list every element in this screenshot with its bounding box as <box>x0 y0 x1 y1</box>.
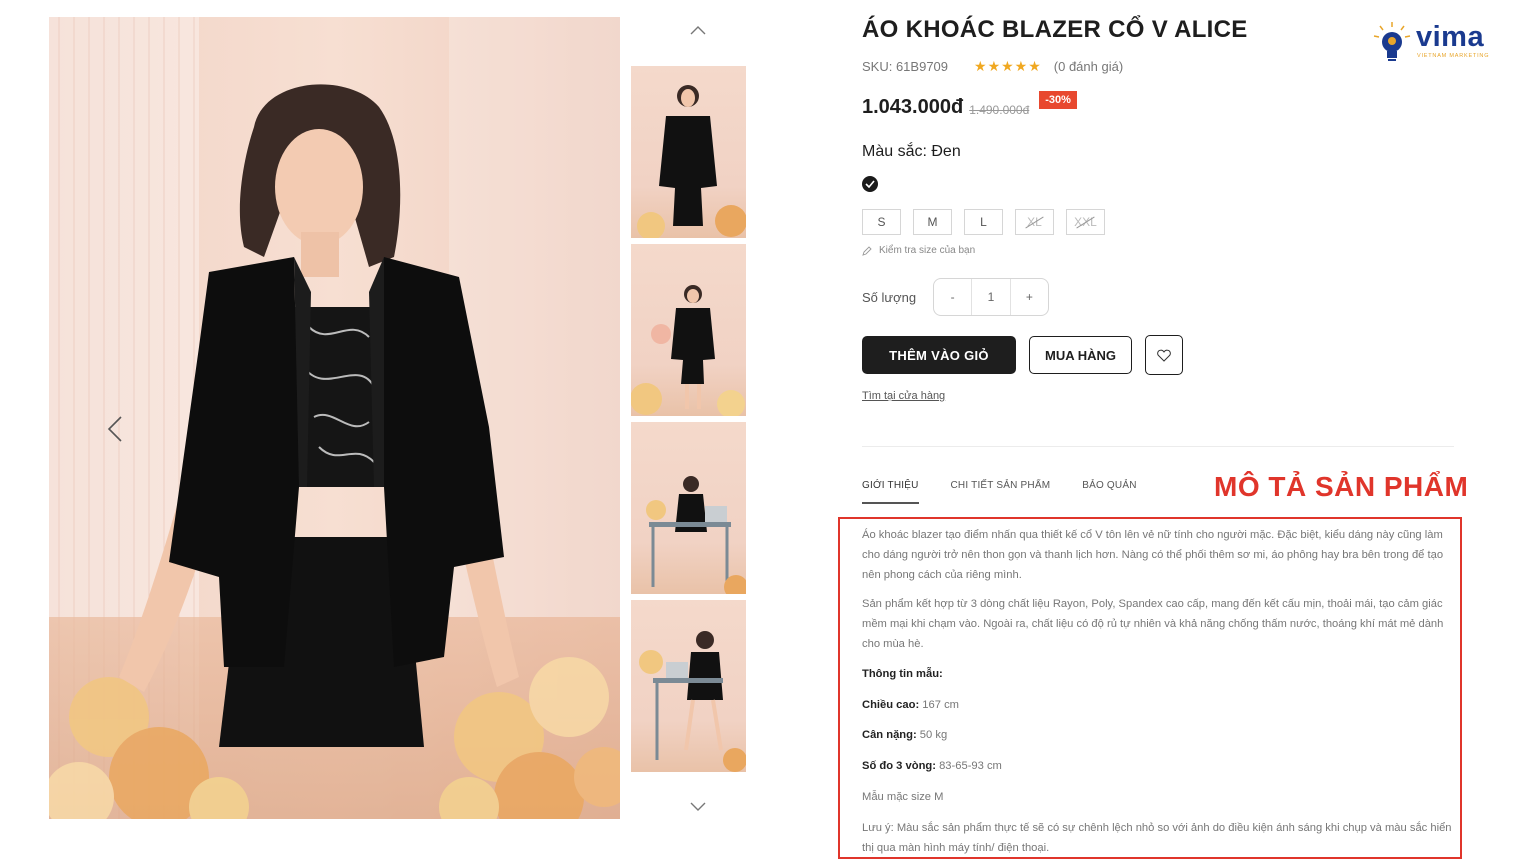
review-count[interactable]: (0 đánh giá) <box>1054 59 1123 74</box>
measurements-label: Số đo 3 vòng: <box>862 760 936 773</box>
thumbnail-photo <box>639 631 746 772</box>
height-value: 167 cm <box>919 698 959 711</box>
thumbnail-4[interactable] <box>631 600 746 772</box>
size-option-m[interactable]: M <box>913 209 952 235</box>
model-size: Mẫu mặc size M <box>862 790 944 803</box>
size-option-l[interactable]: L <box>964 209 1003 235</box>
weight-value: 50 kg <box>916 729 948 742</box>
quantity-increase-button[interactable]: + <box>1011 279 1048 315</box>
tab-care[interactable]: BẢO QUẢN <box>1082 480 1136 504</box>
heart-icon <box>1157 349 1171 362</box>
size-option-xl[interactable]: XL <box>1015 209 1054 235</box>
quantity-input[interactable]: 1 <box>971 279 1011 315</box>
logo-subtitle: VIETNAM MARKETING <box>1417 53 1490 59</box>
price-row: 1.043.000đ 1.490.000đ -30% <box>862 91 1077 119</box>
chevron-down-icon <box>690 802 706 811</box>
sku-rating-row: SKU: 61B9709 ★★★★★ (0 đánh giá) <box>862 58 1123 75</box>
weight-label: Cân nặng: <box>862 729 917 742</box>
tab-product-details[interactable]: CHI TIẾT SẢN PHẨM <box>951 480 1051 504</box>
add-to-cart-button[interactable]: THÊM VÀO GIỎ <box>862 336 1016 374</box>
size-option-s[interactable]: S <box>862 209 901 235</box>
rating-stars[interactable]: ★★★★★ <box>974 58 1042 75</box>
product-title: ÁO KHOÁC BLAZER CỔ V ALICE <box>862 16 1248 43</box>
annotation-label: MÔ TẢ SẢN PHẨM <box>1214 471 1469 502</box>
thumbnail-scroll-up-button[interactable] <box>684 18 712 42</box>
main-product-image[interactable] <box>49 17 620 819</box>
thumbnail-1[interactable] <box>631 66 746 238</box>
original-price: 1.490.000đ <box>969 103 1030 117</box>
description-paragraph: Áo khoác blazer tạo điểm nhấn qua thiết … <box>862 529 1444 581</box>
quantity-stepper: - 1 + <box>933 278 1049 316</box>
check-icon <box>865 180 875 188</box>
product-description: Áo khoác blazer tạo điểm nhấn qua thiết … <box>862 526 1452 858</box>
model-info-title: Thông tin mẫu: <box>862 667 943 680</box>
thumbnail-photo <box>637 85 746 238</box>
size-guide-link[interactable]: Kiểm tra size của bạn <box>862 245 975 256</box>
buy-now-button[interactable]: MUA HÀNG <box>1029 336 1132 374</box>
current-price: 1.043.000đ <box>862 96 964 118</box>
description-paragraph: Sản phẩm kết hợp từ 3 dòng chất liệu Ray… <box>862 598 1444 650</box>
tab-introduction[interactable]: GIỚI THIỆU <box>862 480 919 504</box>
size-guide-label: Kiểm tra size của bạn <box>879 245 976 256</box>
prev-image-button[interactable] <box>107 415 133 455</box>
quantity-label: Số lượng <box>862 290 917 305</box>
wishlist-button[interactable] <box>1145 335 1183 375</box>
quantity-decrease-button[interactable]: - <box>934 279 971 315</box>
thumbnail-photo <box>631 285 745 416</box>
thumbnail-2[interactable] <box>631 244 746 416</box>
discount-badge: -30% <box>1039 91 1077 109</box>
thumbnail-3[interactable] <box>631 422 746 594</box>
measurements-value: 83-65-93 cm <box>935 760 1002 773</box>
height-label: Chiều cao: <box>862 698 920 711</box>
pencil-icon <box>862 245 872 256</box>
divider <box>862 446 1454 447</box>
color-swatch-black[interactable] <box>862 176 878 192</box>
color-label: Màu sắc: Đen <box>862 143 961 160</box>
sku-text: SKU: 61B9709 <box>862 59 949 74</box>
chevron-left-icon <box>107 416 122 442</box>
chevron-up-icon <box>690 26 706 35</box>
find-in-store-link[interactable]: Tìm tại cửa hàng <box>862 390 945 402</box>
color-note: Lưu ý: Màu sắc sản phẩm thực tế sẽ có sự… <box>862 821 1452 854</box>
lightbulb-icon <box>1373 22 1411 61</box>
size-option-xxl[interactable]: XXL <box>1066 209 1105 235</box>
thumbnail-scroll-down-button[interactable] <box>684 795 712 819</box>
product-tabs: GIỚI THIỆU CHI TIẾT SẢN PHẨM BẢO QUẢN <box>862 480 1137 504</box>
size-selector: S M L XL XXL <box>862 209 1105 235</box>
thumbnail-photo <box>646 476 746 594</box>
model-photo <box>49 17 620 819</box>
logo-text: vima <box>1416 21 1485 53</box>
